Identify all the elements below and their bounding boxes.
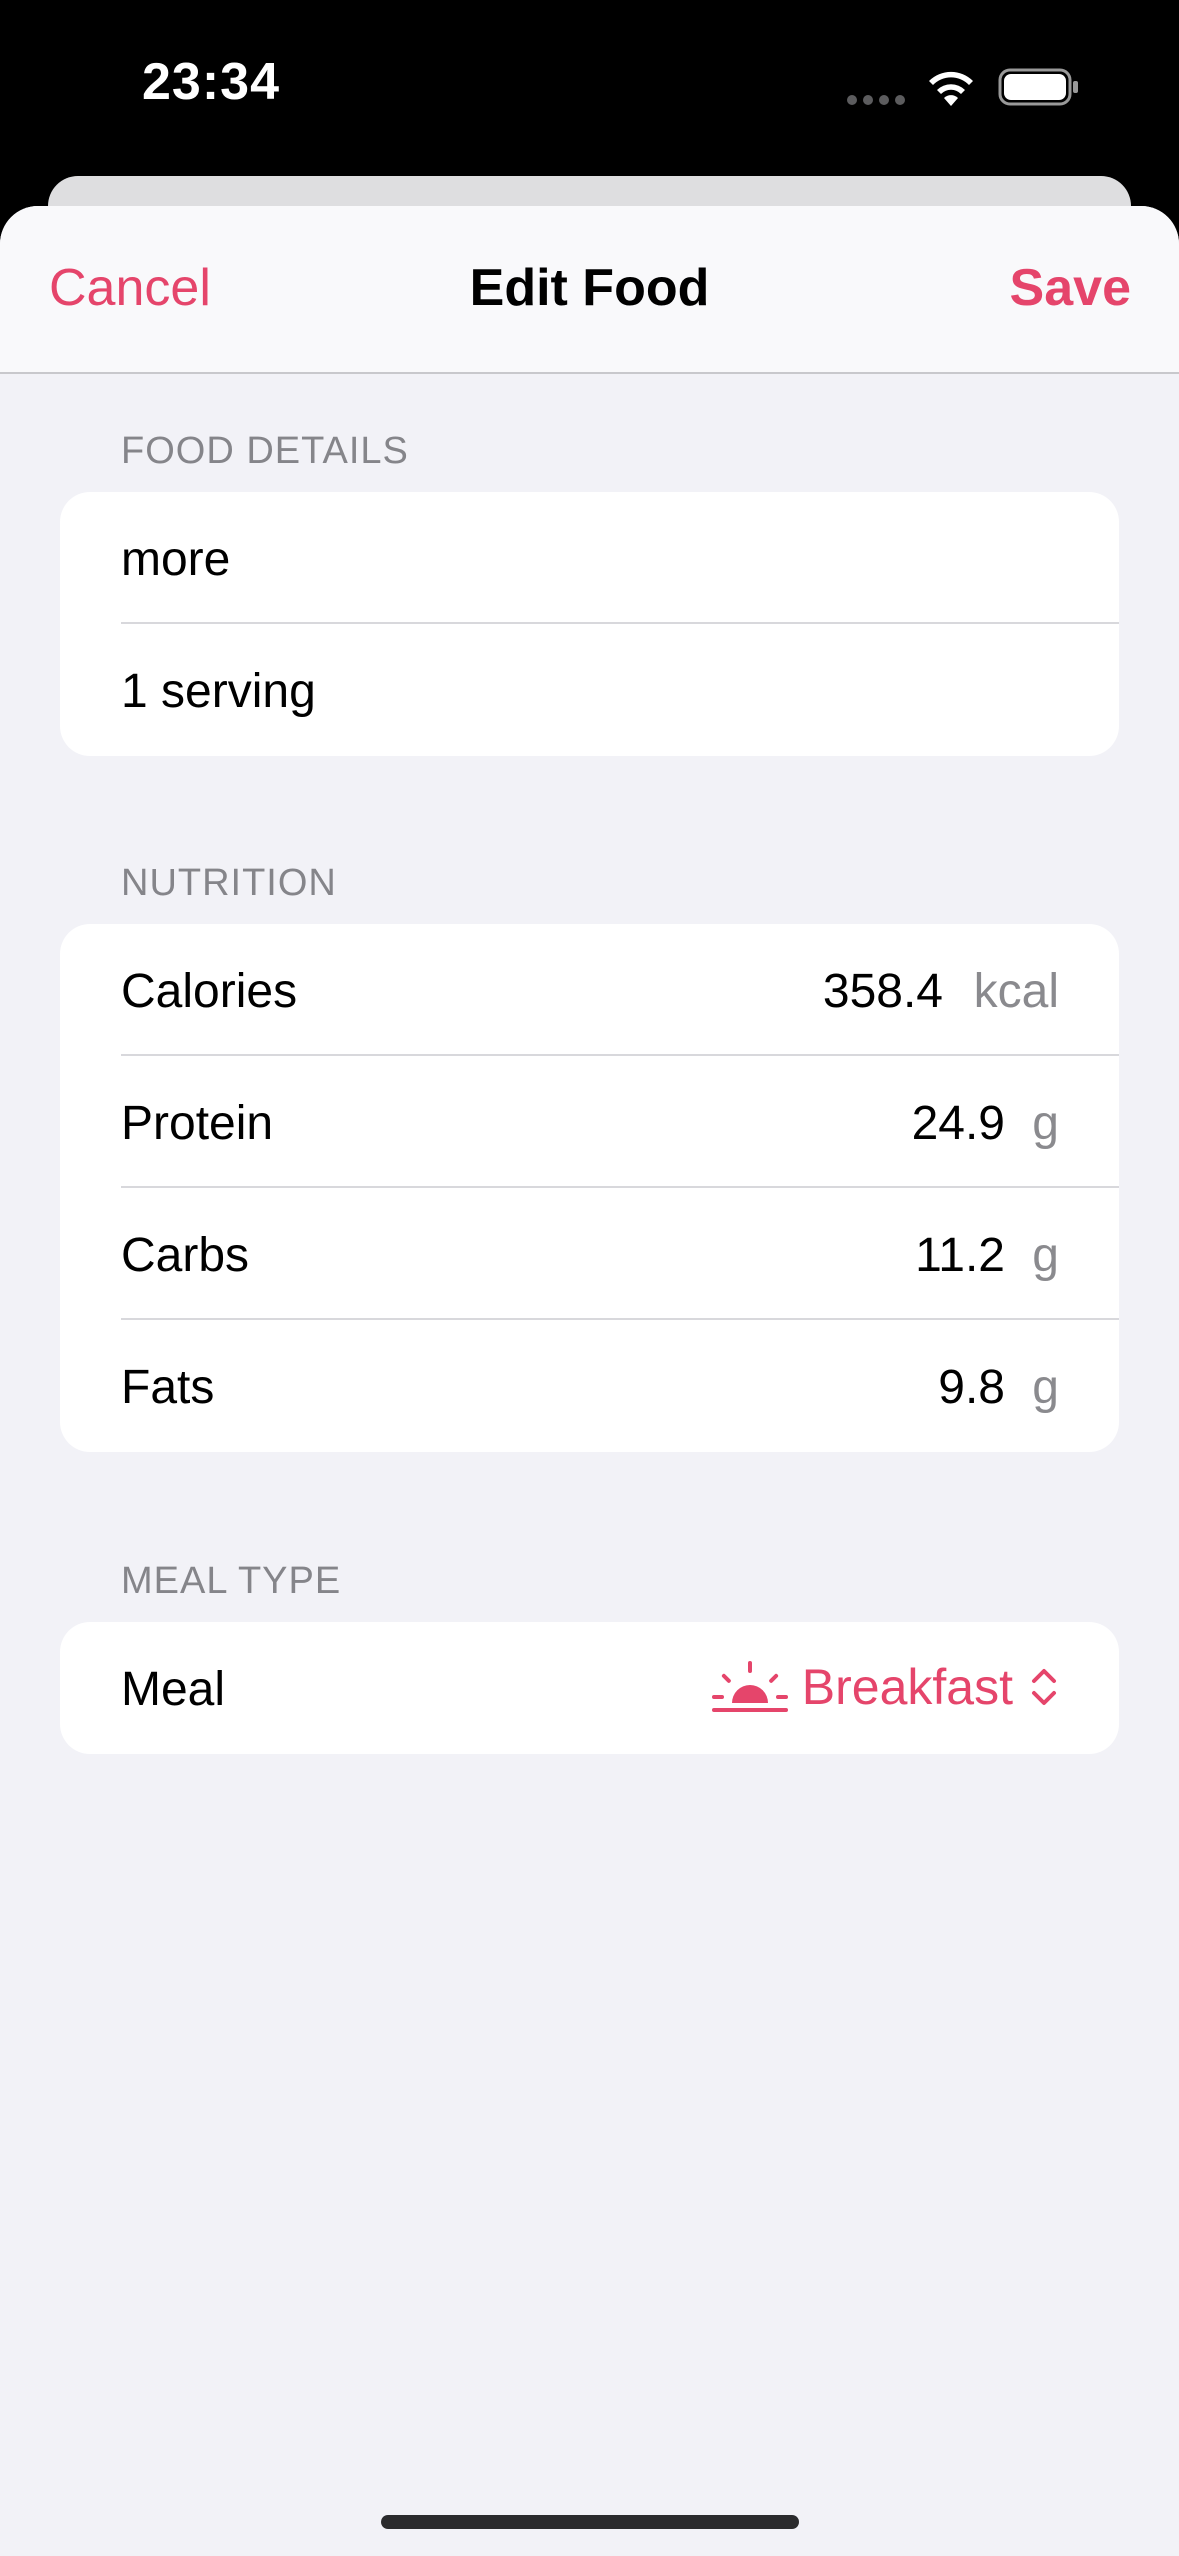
food-name-field[interactable]: more	[60, 492, 1119, 624]
section-header-nutrition: NUTRITION	[121, 862, 337, 904]
meal-picker[interactable]: Breakfast	[710, 1652, 1059, 1722]
edit-food-sheet: Cancel Edit Food Save FOOD DETAILS more …	[0, 206, 1179, 2556]
wifi-icon	[929, 71, 973, 106]
nutrition-group: Calories 358.4 kcal Protein 24.9 g Carbs…	[60, 924, 1119, 1452]
carbs-field[interactable]: 11.2	[915, 1228, 1005, 1283]
food-details-group: more 1 serving	[60, 492, 1119, 756]
status-bar: 23:34	[0, 0, 1179, 170]
nutrition-label: Carbs	[121, 1229, 250, 1282]
cellular-signal-icon	[847, 95, 905, 105]
nutrition-unit: g	[1032, 1229, 1059, 1282]
nutrition-row-calories[interactable]: Calories 358.4 kcal	[60, 924, 1119, 1056]
nutrition-unit: kcal	[973, 965, 1059, 1018]
meal-selected-value: Breakfast	[801, 1659, 1013, 1715]
meal-label: Meal	[121, 1663, 226, 1716]
home-indicator[interactable]	[381, 2515, 799, 2529]
navigation-bar: Cancel Edit Food Save	[0, 206, 1179, 374]
meal-row: Meal Breakfast	[60, 1622, 1119, 1754]
nutrition-label: Fats	[121, 1361, 215, 1414]
serving-value: 1 serving	[121, 665, 316, 718]
nutrition-label: Protein	[121, 1097, 274, 1150]
page-title: Edit Food	[469, 259, 710, 317]
nutrition-unit: g	[1032, 1361, 1059, 1414]
battery-icon	[998, 68, 1078, 106]
screen: 23:34 Cancel Edit Food Save FOOD DETAILS	[0, 0, 1179, 2556]
section-header-meal-type: MEAL TYPE	[121, 1560, 342, 1602]
nutrition-row-fats[interactable]: Fats 9.8 g	[60, 1320, 1119, 1452]
meal-type-group: Meal Breakfast	[60, 1622, 1119, 1754]
serving-field[interactable]: 1 serving	[60, 624, 1119, 756]
section-header-food-details: FOOD DETAILS	[121, 430, 409, 472]
chevron-up-down-icon	[1032, 1669, 1056, 1705]
calories-field[interactable]: 358.4	[823, 964, 943, 1019]
save-button[interactable]: Save	[1010, 258, 1131, 318]
nutrition-row-protein[interactable]: Protein 24.9 g	[60, 1056, 1119, 1188]
protein-field[interactable]: 24.9	[912, 1096, 1005, 1151]
nutrition-row-carbs[interactable]: Carbs 11.2 g	[60, 1188, 1119, 1320]
fats-field[interactable]: 9.8	[938, 1360, 1005, 1415]
nutrition-label: Calories	[121, 965, 298, 1018]
status-time: 23:34	[142, 53, 280, 111]
food-name-value: more	[121, 533, 231, 586]
nutrition-unit: g	[1032, 1097, 1059, 1150]
sunrise-icon	[711, 1661, 788, 1712]
